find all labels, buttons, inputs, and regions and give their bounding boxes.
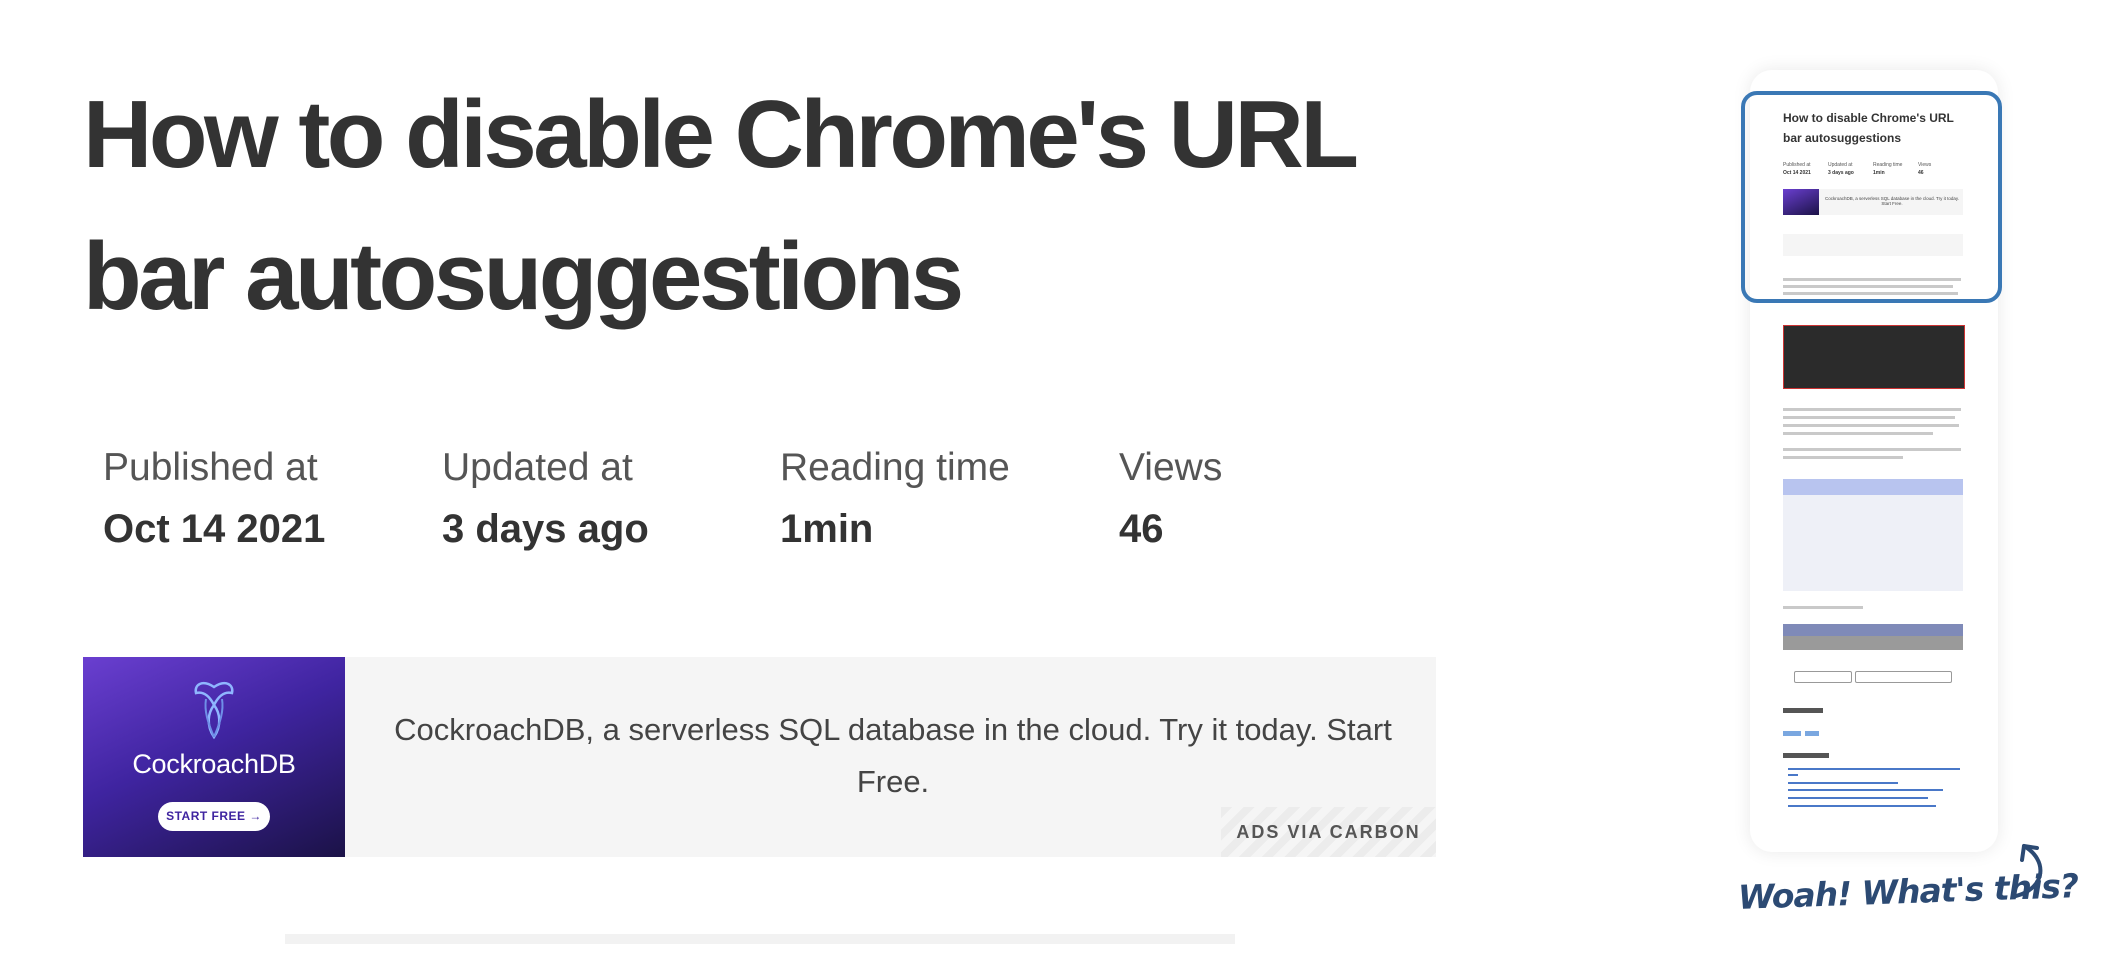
ad-brand: CockroachDB	[132, 749, 296, 779]
minimap-link	[1788, 782, 1898, 784]
minimap-link	[1788, 797, 1928, 799]
meta-updated: Updated at 3 days ago	[442, 442, 649, 558]
start-free-button[interactable]: START FREE →	[158, 802, 270, 831]
curved-arrow-icon	[2014, 844, 2043, 898]
meta-value: 1min	[780, 507, 874, 551]
minimap-heading	[1783, 708, 1823, 713]
minimap-text-line	[1783, 448, 1961, 451]
meta-value: Oct 14 2021	[103, 507, 326, 551]
meta-label: Published at	[103, 446, 318, 489]
minimap-text-line	[1783, 606, 1863, 609]
minimap-link	[1788, 805, 1936, 807]
meta-value: 3 days ago	[442, 507, 649, 551]
minimap-heading	[1783, 753, 1829, 758]
minimap-text-line	[1783, 432, 1933, 435]
arrow-right-icon: →	[249, 809, 262, 823]
content-placeholder-bar	[285, 934, 1235, 944]
minimap-tag	[1783, 731, 1801, 736]
minimap-link	[1788, 768, 1960, 770]
meta-label: Views	[1119, 446, 1223, 489]
meta-views: Views 46	[1119, 442, 1222, 558]
minimap-button	[1855, 671, 1952, 683]
ads-via-carbon-link[interactable]: ADS VIA CARBON	[1221, 807, 1436, 857]
minimap-text-line	[1783, 408, 1961, 411]
cockroach-logo-icon	[194, 682, 234, 740]
meta-reading-time: Reading time 1min	[780, 442, 1010, 558]
minimap-screenshot	[1783, 624, 1963, 650]
minimap-button	[1794, 671, 1852, 683]
meta-label: Updated at	[442, 446, 633, 489]
meta-published: Published at Oct 14 2021	[103, 442, 325, 558]
minimap-viewport[interactable]	[1741, 91, 2002, 303]
minimap-link	[1788, 789, 1943, 791]
minimap-tag	[1805, 731, 1819, 736]
carbon-ad[interactable]: CockroachDB START FREE → CockroachDB, a …	[83, 657, 1436, 857]
meta-value: 46	[1119, 507, 1164, 551]
article-title: How to disable Chrome's URL bar autosugg…	[83, 81, 1357, 330]
minimap-text-line	[1783, 456, 1903, 459]
ad-image[interactable]: CockroachDB START FREE →	[83, 657, 345, 857]
meta-label: Reading time	[780, 446, 1010, 489]
minimap-text-line	[1783, 416, 1955, 419]
minimap-text-line	[1783, 424, 1959, 427]
cta-label: START FREE	[166, 809, 246, 823]
ad-text[interactable]: CockroachDB, a serverless SQL database i…	[373, 704, 1413, 808]
minimap-link	[1788, 774, 1798, 776]
minimap-screenshot	[1783, 479, 1963, 591]
minimap-screenshot	[1783, 325, 1965, 389]
